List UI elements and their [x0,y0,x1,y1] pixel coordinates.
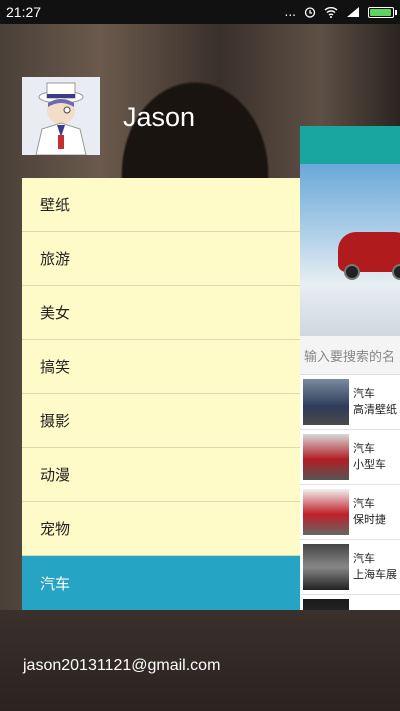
drawer-header: Jason [22,77,300,178]
menu-item-pets[interactable]: 宠物 [22,502,300,556]
item-title: 保时捷 [353,513,386,526]
alarm-icon [304,7,316,18]
banner-image[interactable] [300,164,400,336]
list-item[interactable]: 汽车 高清壁纸 [300,375,400,430]
menu-item-beauty[interactable]: 美女 [22,286,300,340]
user-name: Jason [123,102,196,132]
drawer-menu: 壁纸 旅游 美女 搞笑 摄影 动漫 宠物 汽车 [22,178,300,610]
status-icons: ... [284,4,397,20]
search-input[interactable]: 输入要搜索的名 [300,336,400,375]
main-content: 输入要搜索的名 汽车高清壁纸 汽车小型车 汽车保时捷 汽车上海车展 汽车 [300,126,400,610]
item-title: 小型车 [353,458,386,471]
status-time: 21:27 [6,4,42,20]
banner-wheel [392,264,400,280]
thumbnail-image [303,379,349,425]
more-dots: ... [284,5,296,19]
menu-item-wallpaper[interactable]: 壁纸 [22,178,300,232]
signal-icon [347,7,359,17]
wifi-icon [324,7,338,18]
item-title: 高清壁纸 [353,403,397,416]
menu-item-photography[interactable]: 摄影 [22,394,300,448]
user-email: jason20131121@gmail.com [23,657,221,674]
item-category: 汽车 [353,497,375,510]
thumbnail-image [303,434,349,480]
status-bar: 21:27 ... [0,0,400,24]
item-category: 汽车 [353,387,375,400]
list-item[interactable]: 汽车 [300,595,400,610]
list-item[interactable]: 汽车 小型车 [300,430,400,485]
avatar[interactable] [22,77,100,155]
thumbnail-image [303,489,349,535]
thumbnail-image [303,544,349,590]
battery-fill [370,8,391,16]
list-item[interactable]: 汽车 保时捷 [300,485,400,540]
list-item[interactable]: 汽车 上海车展 [300,540,400,595]
avatar-image [22,77,100,155]
item-title: 上海车展 [353,568,397,581]
item-category: 汽车 [353,552,375,565]
menu-item-funny[interactable]: 搞笑 [22,340,300,394]
menu-item-anime[interactable]: 动漫 [22,448,300,502]
content-toolbar [300,126,400,164]
item-category: 汽车 [353,442,375,455]
menu-item-travel[interactable]: 旅游 [22,232,300,286]
menu-item-cars[interactable]: 汽车 [22,556,300,610]
thumbnail-image [303,599,349,610]
battery-icon [368,6,397,18]
banner-wheel [344,264,360,280]
